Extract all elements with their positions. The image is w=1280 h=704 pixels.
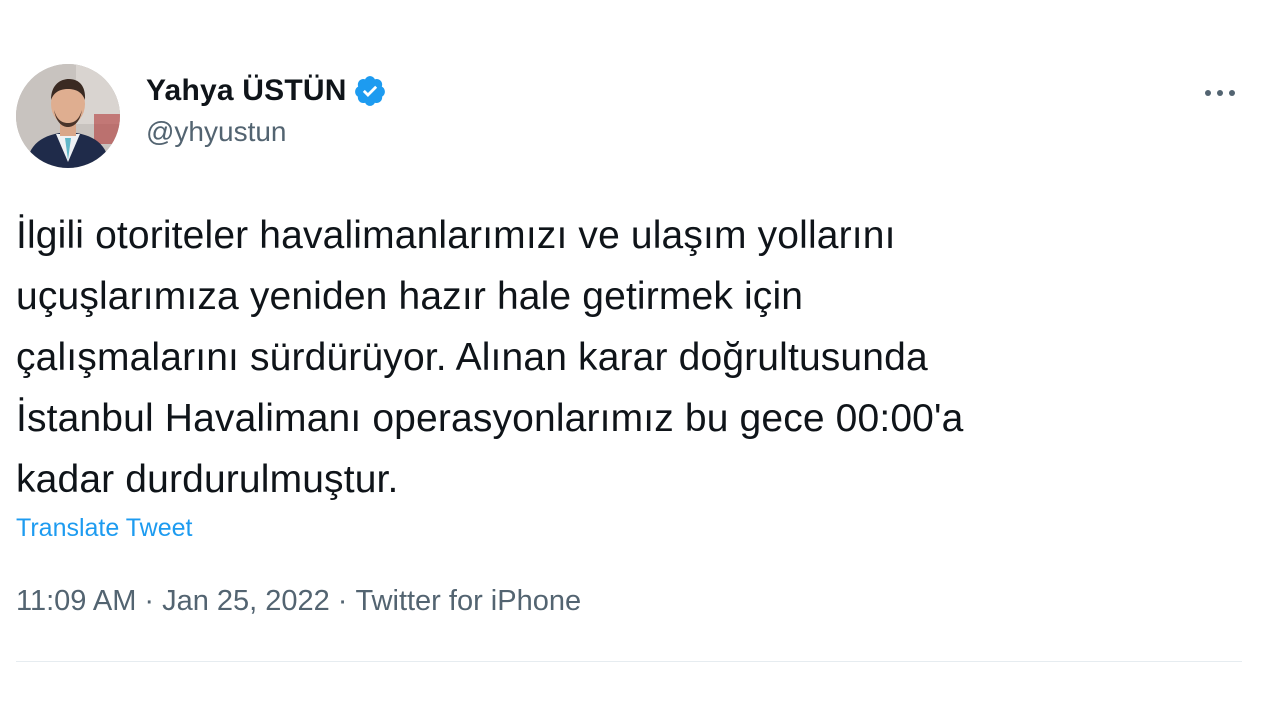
tweet-text-line: kadar durdurulmuştur. [16, 458, 399, 501]
author-block: Yahya ÜSTÜN @yhyustun [146, 70, 387, 148]
more-options-button[interactable] [1196, 78, 1244, 108]
name-row: Yahya ÜSTÜN [146, 70, 387, 112]
avatar[interactable] [16, 64, 120, 168]
tweet-text-line: İlgili otoriteler havalimanlarımızı ve u… [16, 214, 896, 257]
more-horizontal-icon [1205, 90, 1235, 96]
translate-tweet-link[interactable]: Translate Tweet [16, 514, 192, 543]
display-name[interactable]: Yahya ÜSTÜN [146, 74, 347, 108]
tweet-source[interactable]: Twitter for iPhone [355, 585, 581, 618]
user-handle[interactable]: @yhyustun [146, 116, 387, 148]
meta-separator: · [144, 585, 155, 617]
divider [16, 661, 1242, 662]
tweet-metadata: 11:09 AM · Jan 25, 2022 · Twitter for iP… [16, 585, 581, 618]
avatar-image [16, 64, 120, 168]
verified-badge-icon [353, 74, 387, 108]
tweet-text-line: İstanbul Havalimanı operasyonlarımız bu … [16, 397, 964, 440]
tweet-date[interactable]: Jan 25, 2022 [162, 585, 330, 618]
tweet-text-line: çalışmalarını sürdürüyor. Alınan karar d… [16, 336, 928, 379]
tweet-text: İlgili otoriteler havalimanlarımızı ve u… [16, 205, 1256, 510]
meta-separator: · [337, 585, 348, 617]
tweet-text-line: uçuşlarımıza yeniden hazır hale getirmek… [16, 275, 804, 318]
tweet-time[interactable]: 11:09 AM [16, 585, 136, 618]
tweet: Yahya ÜSTÜN @yhyustun İlgili otoriteler … [0, 0, 1280, 704]
